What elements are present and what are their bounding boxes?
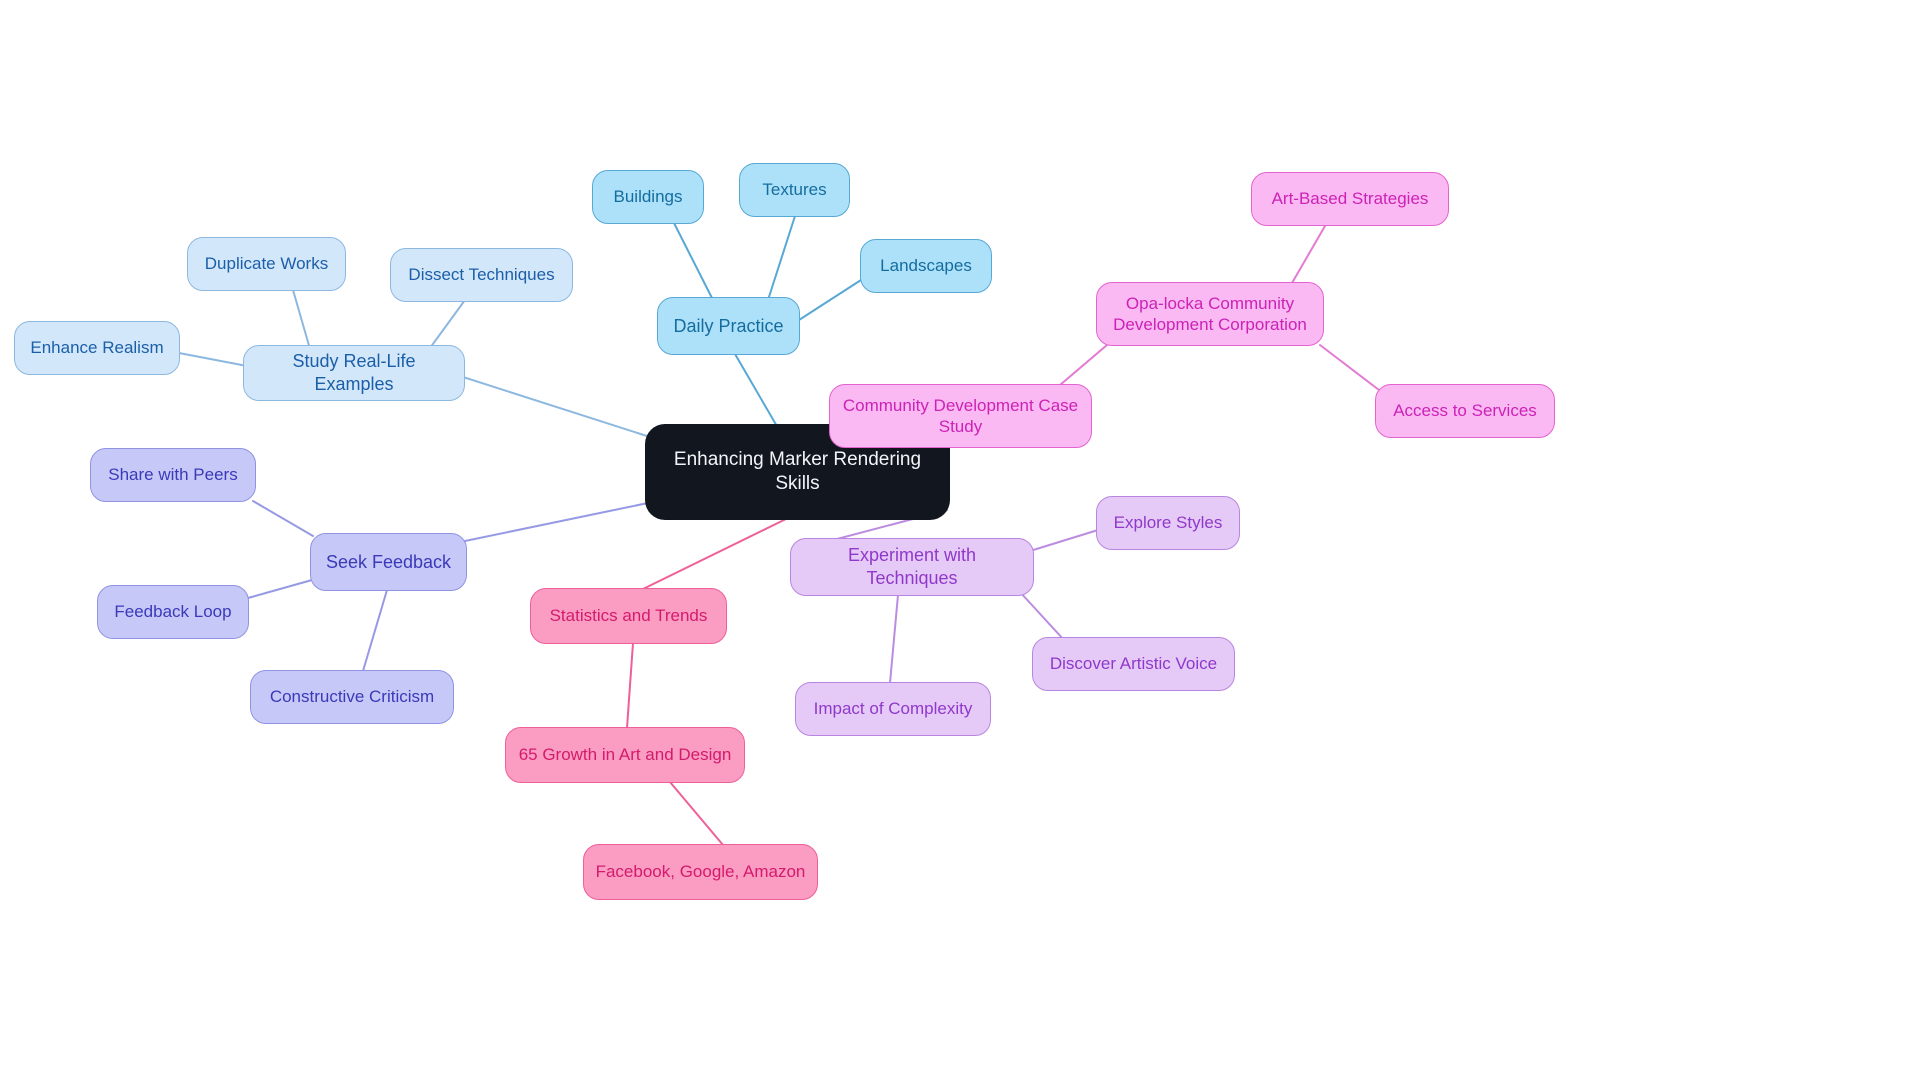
edge-seek-feedback-to-share-with-peers [252, 500, 314, 537]
node-label: Enhance Realism [30, 338, 164, 358]
edge-opa-locka-community-development-corporation-to-art-based-strategies [1291, 225, 1326, 284]
node-label: Community Development Case Study [842, 395, 1079, 436]
mindmap-node-duplicate-works[interactable]: Duplicate Works [187, 237, 346, 291]
node-label: Access to Services [1393, 401, 1537, 421]
node-label: Feedback Loop [114, 602, 232, 622]
mindmap-node-growth-in-art-and-design[interactable]: 65 Growth in Art and Design [505, 727, 745, 783]
edge-root-to-statistics-and-trends [642, 518, 787, 590]
edge-daily-practice-to-landscapes [798, 279, 862, 321]
mindmap-node-constructive-criticism[interactable]: Constructive Criticism [250, 670, 454, 724]
edge-root-to-seek-feedback [464, 502, 649, 542]
edge-root-to-study-real-life-examples [462, 376, 651, 438]
node-label: Textures [762, 180, 827, 200]
mindmap-node-community-development-case-study[interactable]: Community Development Case Study [829, 384, 1092, 448]
edge-opa-locka-community-development-corporation-to-access-to-services [1319, 344, 1380, 391]
node-label: Enhancing Marker Rendering Skills [673, 449, 922, 494]
node-label: Statistics and Trends [549, 606, 708, 626]
node-label: Constructive Criticism [269, 687, 435, 707]
mindmap-node-textures[interactable]: Textures [739, 163, 850, 217]
mindmap-node-dissect-techniques[interactable]: Dissect Techniques [390, 248, 573, 302]
mindmap-node-art-based-strategies[interactable]: Art-Based Strategies [1251, 172, 1449, 226]
node-label: Seek Feedback [325, 551, 452, 572]
node-label: Daily Practice [673, 315, 784, 336]
node-label: Discover Artistic Voice [1049, 654, 1218, 674]
edge-daily-practice-to-buildings [673, 222, 714, 301]
node-label: 65 Growth in Art and Design [518, 745, 732, 765]
mindmap-node-buildings[interactable]: Buildings [592, 170, 704, 224]
node-label: Study Real-Life Examples [292, 351, 416, 394]
mindmap-node-impact-of-complexity[interactable]: Impact of Complexity [795, 682, 991, 736]
edge-seek-feedback-to-feedback-loop [247, 579, 313, 599]
mindmap-node-study-real-life-examples[interactable]: Study Real-Life Examples [243, 345, 465, 401]
edge-root-to-daily-practice [734, 353, 779, 429]
mindmap-node-opa-locka-community-development-corporation[interactable]: Opa-locka Community Development Corporat… [1096, 282, 1324, 346]
edge-study-real-life-examples-to-enhance-realism [178, 352, 248, 367]
mindmap-node-daily-practice[interactable]: Daily Practice [657, 297, 800, 355]
mindmap-node-share-with-peers[interactable]: Share with Peers [90, 448, 256, 502]
node-label: Dissect Techniques [408, 265, 555, 285]
mindmap-node-seek-feedback[interactable]: Seek Feedback [310, 533, 467, 591]
mindmap-node-discover-artistic-voice[interactable]: Discover Artistic Voice [1032, 637, 1235, 691]
mindmap-node-explore-styles[interactable]: Explore Styles [1096, 496, 1240, 550]
node-label: Buildings [613, 187, 683, 207]
mindmap-node-enhance-realism[interactable]: Enhance Realism [14, 321, 180, 375]
node-label: Duplicate Works [204, 254, 329, 274]
node-label: Opa-locka Community Development Corporat… [1113, 293, 1307, 334]
mindmap-node-landscapes[interactable]: Landscapes [860, 239, 992, 293]
edge-daily-practice-to-textures [767, 215, 796, 301]
edge-experiment-with-techniques-to-explore-styles [1029, 529, 1099, 552]
mindmap-canvas: Enhancing Marker Rendering Skills Enhance… [0, 0, 1920, 1083]
edge-study-real-life-examples-to-duplicate-works [292, 289, 311, 350]
edge-community-development-case-study-to-opa-locka-community-development-corporation [1059, 344, 1108, 386]
edge-seek-feedback-to-constructive-criticism [362, 589, 388, 672]
edge-statistics-and-trends-to-growth-in-art-and-design [626, 642, 634, 729]
edge-experiment-with-techniques-to-discover-artistic-voice [1019, 591, 1065, 641]
edge-study-real-life-examples-to-dissect-techniques [429, 299, 466, 349]
node-label: Explore Styles [1113, 513, 1223, 533]
edge-growth-in-art-and-design-to-facebook-google-amazon [669, 781, 724, 846]
mindmap-node-experiment-with-techniques[interactable]: Experiment with Techniques [790, 538, 1034, 596]
node-label: Impact of Complexity [813, 699, 973, 719]
mindmap-node-feedback-loop[interactable]: Feedback Loop [97, 585, 249, 639]
node-label: Share with Peers [108, 465, 238, 485]
node-label: Art-Based Strategies [1271, 189, 1429, 209]
node-label: Facebook, Google, Amazon [595, 862, 806, 882]
edge-experiment-with-techniques-to-impact-of-complexity [889, 594, 899, 684]
node-label: Landscapes [880, 256, 972, 276]
mindmap-node-access-to-services[interactable]: Access to Services [1375, 384, 1555, 438]
mindmap-node-facebook-google-amazon[interactable]: Facebook, Google, Amazon [583, 844, 818, 900]
node-label: Experiment with Techniques [847, 545, 977, 588]
mindmap-node-statistics-and-trends[interactable]: Statistics and Trends [530, 588, 727, 644]
